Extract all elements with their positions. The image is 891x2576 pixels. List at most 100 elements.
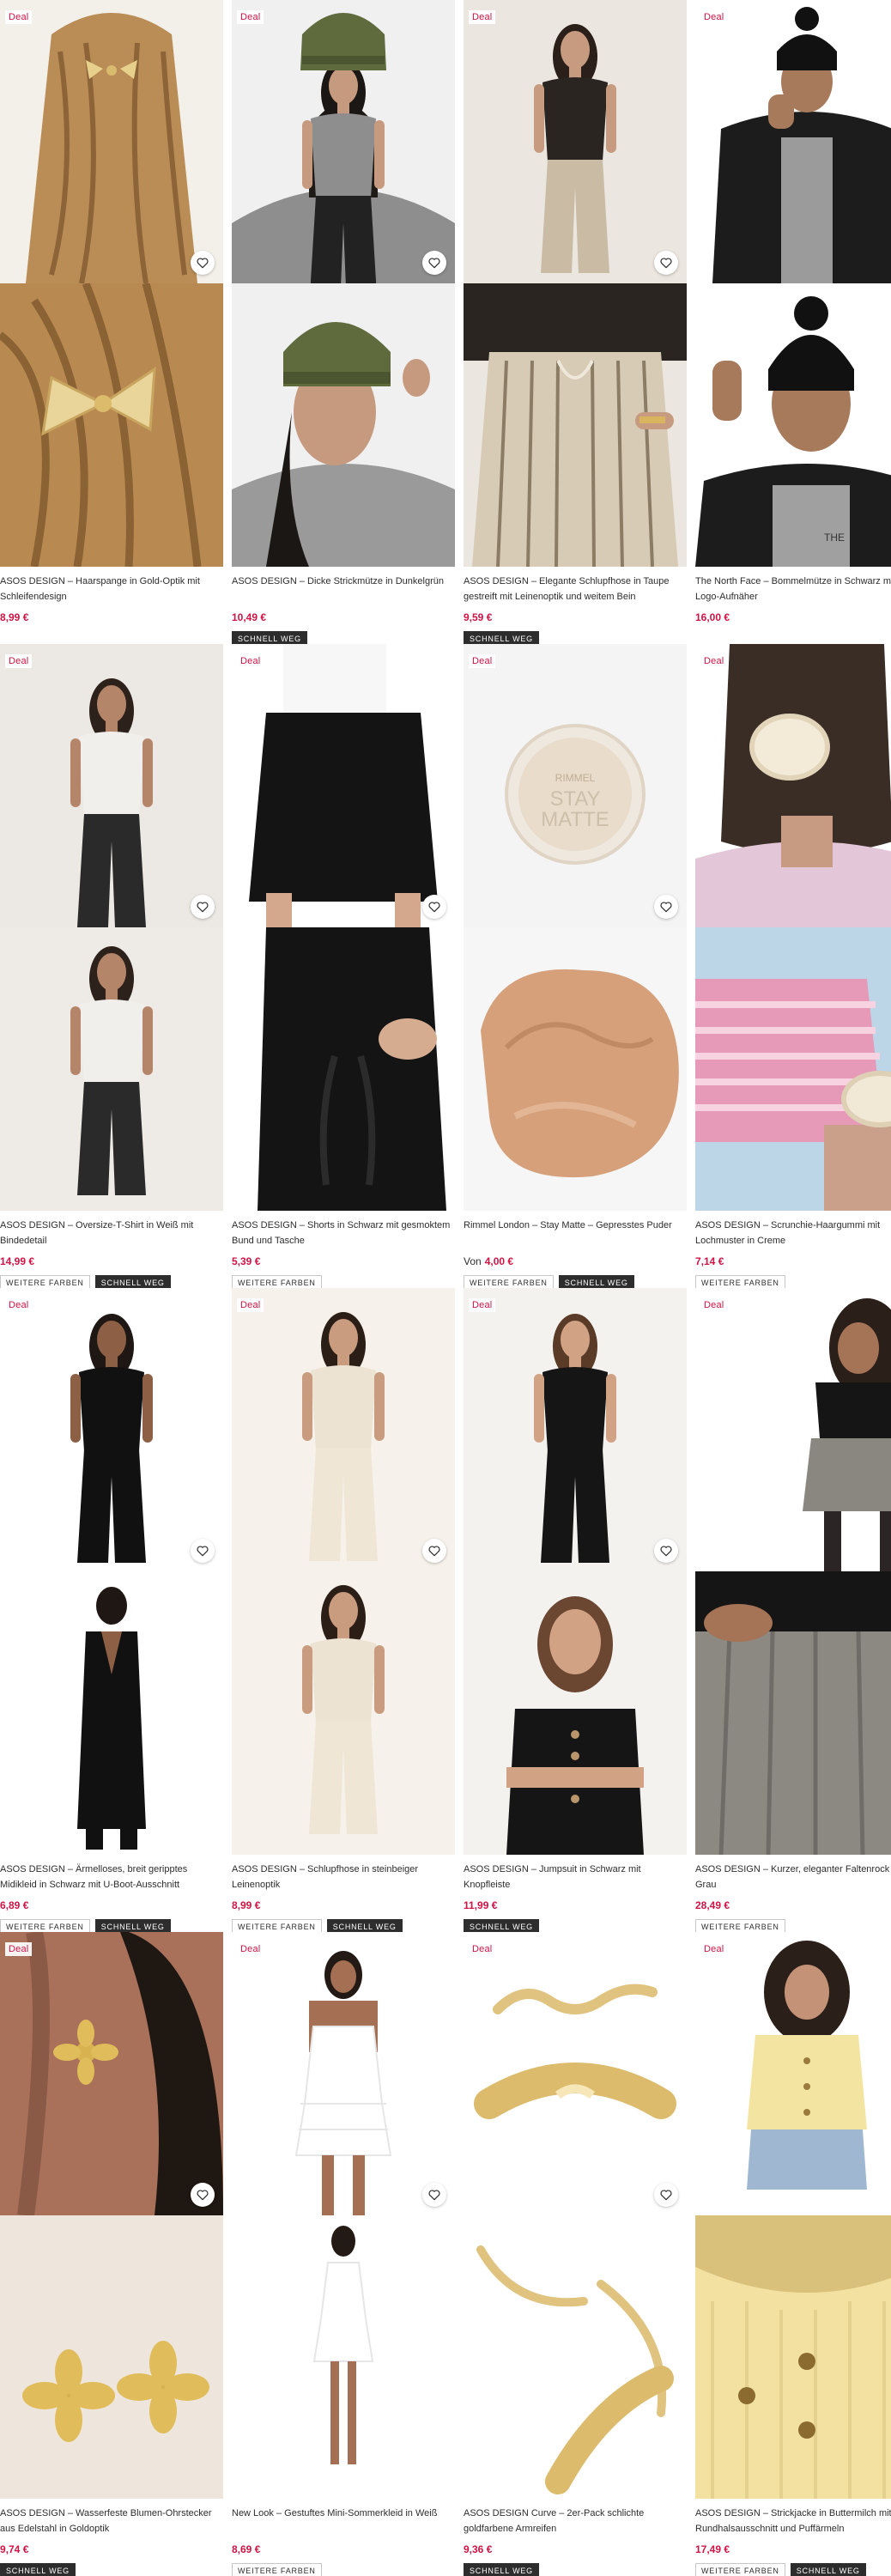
deal-badge: Deal	[237, 1942, 264, 1956]
product-image-secondary[interactable]: THE	[695, 283, 891, 567]
product-price: 11,99 €	[464, 1899, 498, 1911]
save-for-later-button[interactable]	[654, 2183, 678, 2207]
product-image-primary[interactable]: Deal	[464, 1932, 687, 2215]
product-title[interactable]: ASOS DESIGN – Ärmelloses, breit gerippte…	[0, 1862, 221, 1893]
save-for-later-button[interactable]	[422, 251, 446, 275]
product-card[interactable]: Deal ASOS DESIGN – Dicke Strickmütze in D…	[232, 0, 455, 647]
product-title[interactable]: ASOS DESIGN – Elegante Schlupfhose in Ta…	[464, 574, 685, 605]
product-card[interactable]: Deal New Look – Gestuftes Mini-Sommerklei…	[232, 1932, 455, 2576]
save-for-later-button[interactable]	[654, 1539, 678, 1563]
more-colors-badge: WEITERE FARBEN	[695, 2563, 785, 2576]
save-for-later-button[interactable]	[654, 895, 678, 919]
product-price-row: 8,99 €	[232, 1899, 260, 1911]
product-price-row: 9,74 €	[0, 2543, 28, 2555]
product-image-secondary[interactable]	[232, 1571, 455, 1855]
heart-icon	[427, 2188, 441, 2202]
save-for-later-button[interactable]	[422, 1539, 446, 1563]
deal-badge: Deal	[5, 10, 33, 24]
product-title[interactable]: The North Face – Bommelmütze in Schwarz …	[695, 574, 891, 605]
product-title[interactable]: ASOS DESIGN – Jumpsuit in Schwarz mit Kn…	[464, 1862, 685, 1893]
product-image-primary[interactable]: Deal	[232, 1288, 455, 1571]
product-card[interactable]: Deal ASOS DESIGN – Ärmelloses, breit geri…	[0, 1288, 223, 1935]
product-card[interactable]: Deal ASOS DESIGN – Haarspange in Gold-Opt…	[0, 0, 223, 642]
deal-badge: Deal	[700, 10, 728, 24]
product-image-primary[interactable]: Deal	[232, 644, 455, 927]
product-image-secondary[interactable]	[464, 927, 687, 1211]
product-image-primary[interactable]: Deal	[0, 1932, 223, 2215]
product-badges: SCHNELL WEG	[0, 2563, 76, 2576]
product-card[interactable]: Deal ASOS DESIGN – Wasserfeste Blumen-Ohr…	[0, 1932, 223, 2576]
product-badges: WEITERE FARBEN	[232, 2563, 322, 2576]
product-image-primary[interactable]: Deal	[695, 644, 891, 927]
product-title[interactable]: Rimmel London – Stay Matte – Gepresstes …	[464, 1218, 685, 1233]
product-image-primary[interactable]: Deal	[464, 1288, 687, 1571]
product-card[interactable]: Deal ASOS DESIGN – Oversize-T-Shirt in We…	[0, 644, 223, 1291]
product-image-secondary[interactable]	[0, 927, 223, 1211]
product-card[interactable]: Deal ASOS DESIGN – Kurzer, eleganter Falt…	[695, 1288, 891, 1935]
product-price-row: 17,49 €	[695, 2543, 730, 2555]
product-price-row: 9,36 €	[464, 2543, 492, 2555]
product-image-primary[interactable]: Deal	[232, 0, 455, 283]
product-price-row: 7,14 €	[695, 1255, 724, 1267]
save-for-later-button[interactable]	[422, 2183, 446, 2207]
product-price: 9,36 €	[464, 2543, 493, 2555]
product-image-secondary[interactable]	[232, 927, 455, 1211]
save-for-later-button[interactable]	[191, 895, 215, 919]
product-image-secondary[interactable]	[464, 2215, 687, 2499]
product-title[interactable]: ASOS DESIGN – Kurzer, eleganter Faltenro…	[695, 1862, 891, 1893]
heart-icon	[659, 2188, 673, 2202]
product-image-primary[interactable]: Deal	[695, 1932, 891, 2215]
product-image-secondary[interactable]	[0, 283, 223, 567]
product-title[interactable]: ASOS DESIGN Curve – 2er-Pack schlichte g…	[464, 2506, 685, 2537]
product-image-secondary[interactable]	[232, 2215, 455, 2499]
heart-icon	[427, 900, 441, 914]
product-card[interactable]: Deal ASOS DESIGN – Schlupfhose in steinbe…	[232, 1288, 455, 1935]
product-image-primary[interactable]: Deal	[464, 0, 687, 283]
save-for-later-button[interactable]	[191, 2183, 215, 2207]
product-image-primary[interactable]: Deal	[0, 644, 223, 927]
product-title[interactable]: ASOS DESIGN – Wasserfeste Blumen-Ohrstec…	[0, 2506, 221, 2537]
product-title[interactable]: New Look – Gestuftes Mini-Sommerkleid in…	[232, 2506, 453, 2521]
product-image-secondary[interactable]	[695, 1571, 891, 1855]
product-image-secondary[interactable]	[0, 1571, 223, 1855]
product-image-primary[interactable]: Deal	[695, 0, 891, 283]
svg-text:RIMMEL: RIMMEL	[555, 772, 596, 784]
product-card[interactable]: Deal ASOS DESIGN Curve – 2er-Pack schlich…	[464, 1932, 687, 2576]
product-image-secondary[interactable]	[464, 283, 687, 567]
product-image-secondary[interactable]	[0, 2215, 223, 2499]
product-card[interactable]: Deal ASOS DESIGN – Elegante Schlupfhose i…	[464, 0, 687, 647]
product-card[interactable]: Deal ASOS DESIGN – Scrunchie-Haargummi mi…	[695, 644, 891, 1291]
product-card[interactable]: Deal ASOS DESIGN – Jumpsuit in Schwarz mi…	[464, 1288, 687, 1935]
product-image-secondary[interactable]	[232, 283, 455, 567]
product-image-primary[interactable]: Deal	[695, 1288, 891, 1571]
save-for-later-button[interactable]	[191, 251, 215, 275]
product-image-primary[interactable]: RIMMEL STAY MATTE Deal	[464, 644, 687, 927]
more-colors-badge: WEITERE FARBEN	[232, 2563, 322, 2576]
product-image-secondary[interactable]	[695, 2215, 891, 2499]
product-title[interactable]: ASOS DESIGN – Dicke Strickmütze in Dunke…	[232, 574, 453, 589]
save-for-later-button[interactable]	[654, 251, 678, 275]
product-title[interactable]: ASOS DESIGN – Schlupfhose in steinbeiger…	[232, 1862, 453, 1893]
save-for-later-button[interactable]	[422, 895, 446, 919]
product-price: 17,49 €	[695, 2543, 730, 2555]
deal-badge: Deal	[700, 1942, 728, 1956]
svg-text:THE: THE	[824, 532, 845, 544]
product-title[interactable]: ASOS DESIGN – Scrunchie-Haargummi mit Lo…	[695, 1218, 891, 1249]
product-image-secondary[interactable]	[464, 1571, 687, 1855]
product-image-secondary[interactable]	[695, 927, 891, 1211]
fast-delivery-badge: SCHNELL WEG	[464, 2563, 539, 2576]
product-card[interactable]: RIMMEL STAY MATTE Deal Rimmel London – Stay …	[464, 644, 687, 1291]
product-title[interactable]: ASOS DESIGN – Oversize-T-Shirt in Weiß m…	[0, 1218, 221, 1249]
product-card[interactable]: Deal ASOS DESIGN – Strickjacke in Butterm…	[695, 1932, 891, 2576]
save-for-later-button[interactable]	[191, 1539, 215, 1563]
product-price-row: 5,39 €	[232, 1255, 260, 1267]
product-card[interactable]: Deal THE The North Face – Bommelmütze in S…	[695, 0, 891, 642]
product-image-primary[interactable]: Deal	[0, 1288, 223, 1571]
product-image-primary[interactable]: Deal	[232, 1932, 455, 2215]
product-title[interactable]: ASOS DESIGN – Haarspange in Gold-Optik m…	[0, 574, 221, 605]
product-title[interactable]: ASOS DESIGN – Shorts in Schwarz mit gesm…	[232, 1218, 453, 1249]
product-card[interactable]: Deal ASOS DESIGN – Shorts in Schwarz mit …	[232, 644, 455, 1291]
product-title[interactable]: ASOS DESIGN – Strickjacke in Buttermilch…	[695, 2506, 891, 2537]
svg-text:STAY: STAY	[549, 787, 600, 811]
product-image-primary[interactable]: Deal	[0, 0, 223, 283]
